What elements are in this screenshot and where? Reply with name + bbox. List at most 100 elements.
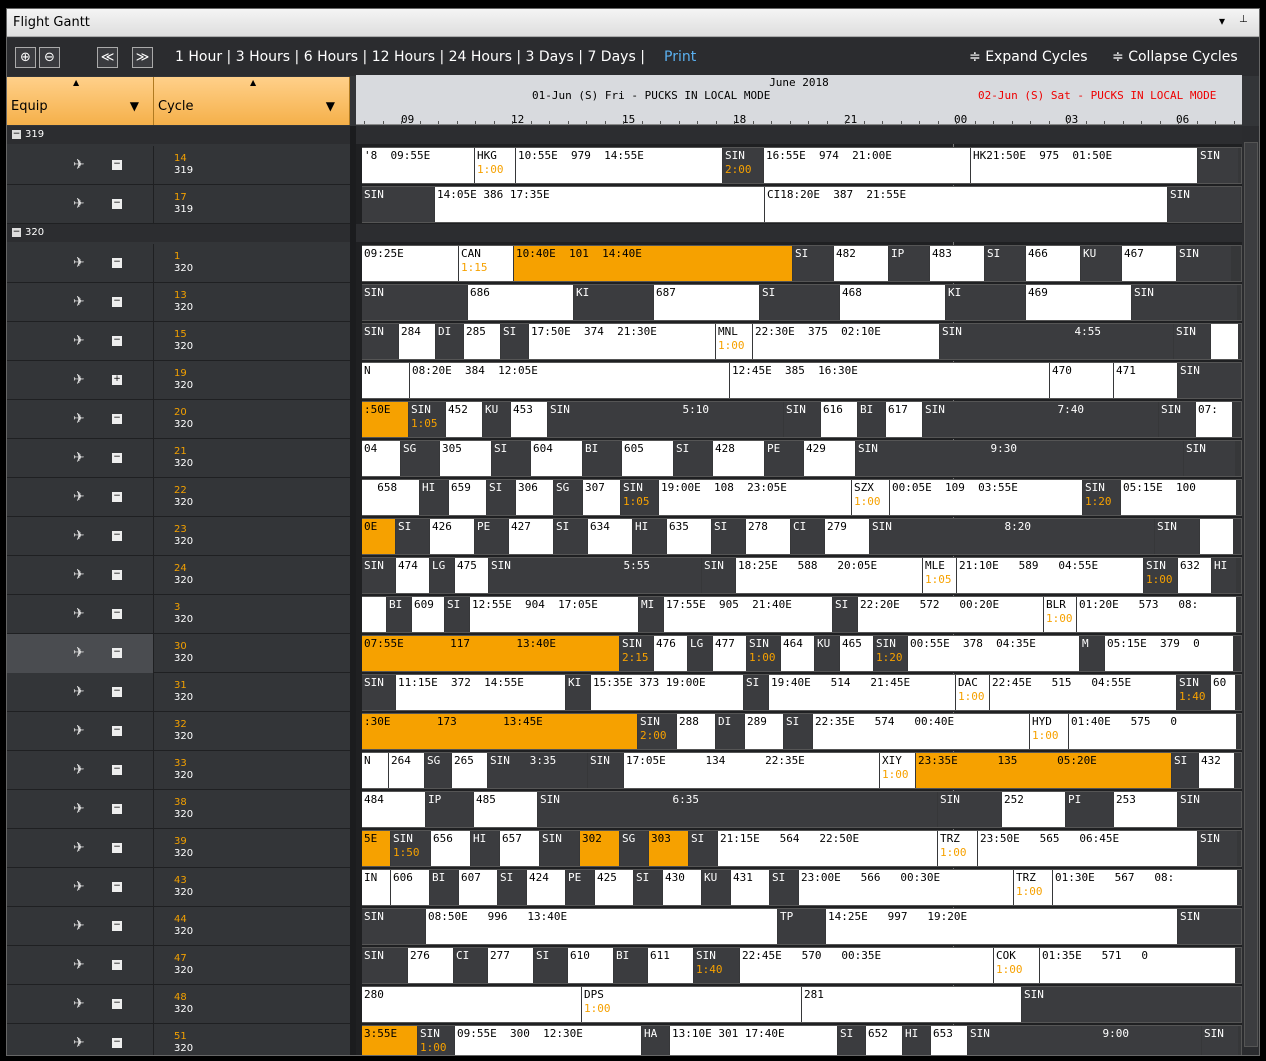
ground-time-block[interactable]: SIN 1:20 (1083, 480, 1120, 515)
aircraft-icon[interactable]: ✈ (73, 645, 85, 661)
zoom-in-icon[interactable]: ⊕ (15, 47, 36, 68)
zoom-out-icon[interactable]: ⊖ (39, 47, 60, 68)
cycle-column-header[interactable]: ▲ Cycle ▼ (154, 77, 350, 125)
flight-block[interactable]: 17:55E 905 21:40E (664, 597, 832, 632)
ground-time-block[interactable]: SIN 4:55 (940, 324, 1173, 359)
ground-time-block[interactable]: SIN (540, 831, 579, 866)
collapse-row-icon[interactable]: − (112, 160, 122, 170)
flight-block[interactable]: 09:55E 300 12:30E (455, 1026, 641, 1055)
flight-block[interactable]: :30E 173 13:45E (362, 714, 637, 749)
flight-block[interactable]: 19:00E 108 23:05E (659, 480, 851, 515)
flight-block[interactable]: 303 (649, 831, 688, 866)
collapse-row-icon[interactable]: − (112, 414, 122, 424)
zoom-link[interactable]: 24 Hours (449, 49, 512, 65)
ground-time-block[interactable]: DI (716, 714, 744, 749)
ground-time-block[interactable]: BI (387, 597, 411, 632)
flight-block[interactable]: 22:45E 515 04:55E (990, 675, 1176, 710)
collapse-row-icon[interactable]: − (112, 882, 122, 892)
ground-time-block[interactable]: KU (815, 636, 839, 671)
flight-block[interactable]: 01:30E 567 08: (1053, 870, 1237, 905)
pin-icon[interactable]: ⊥ (1239, 14, 1248, 25)
flight-block[interactable]: 634 (588, 519, 632, 554)
flight-block[interactable]: 281 (802, 987, 1021, 1022)
ground-time-block[interactable]: BI (583, 441, 621, 476)
ground-time-block[interactable]: SIN 6:35 (538, 792, 937, 827)
collapse-row-icon[interactable]: − (112, 960, 122, 970)
flight-block[interactable]: 279 (825, 519, 869, 554)
collapse-row-icon[interactable]: − (112, 570, 122, 580)
resource-row[interactable]: ✈ −24 320 (7, 556, 350, 595)
aircraft-icon[interactable]: ✈ (73, 762, 85, 778)
flight-block[interactable]: 477 (713, 636, 746, 671)
flight-block[interactable]: 14:25E 997 19:20E (826, 909, 1177, 944)
flight-block[interactable]: 466 (1026, 246, 1080, 281)
flight-block[interactable]: 429 (804, 441, 855, 476)
ground-time-block[interactable]: SI (498, 870, 526, 905)
flight-block[interactable]: MNL 1:00 (716, 324, 752, 359)
ground-time-block[interactable]: SI (445, 597, 469, 632)
aircraft-icon[interactable]: ✈ (73, 294, 85, 310)
zoom-link[interactable]: 3 Hours (236, 49, 290, 65)
flight-block[interactable]: 483 (930, 246, 984, 281)
flight-block[interactable]: 21:10E 589 04:55E (957, 558, 1143, 593)
ground-time-block[interactable]: SG (620, 831, 648, 866)
collapse-row-icon[interactable]: − (112, 1038, 122, 1048)
ground-time-block[interactable]: IP (889, 246, 929, 281)
ground-time-block[interactable]: SI (674, 441, 712, 476)
flight-block[interactable]: 280 (362, 987, 581, 1022)
resource-row[interactable]: ✈ −44 320 (7, 907, 350, 946)
ground-time-block[interactable]: SIN 7:40 (923, 402, 1158, 437)
collapse-row-icon[interactable]: − (112, 999, 122, 1009)
resource-row[interactable]: ✈ −3 320 (7, 595, 350, 634)
flight-block[interactable]: 424 (527, 870, 565, 905)
ground-time-block[interactable]: SI (487, 480, 515, 515)
flight-block[interactable]: 652 (866, 1026, 902, 1055)
ground-time-block[interactable]: SIN (784, 402, 820, 437)
flight-block[interactable]: 659 (449, 480, 486, 515)
collapse-row-icon[interactable]: − (112, 453, 122, 463)
ground-time-block[interactable]: SIN 1:00 (747, 636, 780, 671)
aircraft-icon[interactable]: ✈ (73, 333, 85, 349)
flight-block[interactable]: 431 (731, 870, 769, 905)
ground-time-block[interactable]: MI (639, 597, 663, 632)
flight-block[interactable]: 11:15E 372 14:55E (396, 675, 565, 710)
flight-block[interactable]: 432 (1199, 753, 1234, 788)
flight-block[interactable]: SZX 1:00 (852, 480, 889, 515)
ground-time-block[interactable]: SIN (1198, 831, 1237, 866)
flight-block[interactable]: 610 (568, 948, 613, 983)
ground-time-block[interactable]: SIN (362, 909, 425, 944)
scroll-forward-icon[interactable]: ≫ (132, 47, 153, 68)
ground-time-block[interactable]: SI (501, 324, 528, 359)
flight-block[interactable]: 605 (622, 441, 673, 476)
resource-row[interactable]: ✈ −33 320 (7, 751, 350, 790)
flight-block[interactable]: 01:20E 573 08: (1077, 597, 1236, 632)
flight-block[interactable]: DAC 1:00 (956, 675, 989, 710)
collapse-row-icon[interactable]: − (112, 843, 122, 853)
ground-time-block[interactable]: SIN (1184, 441, 1235, 476)
flight-block[interactable]: 306 (516, 480, 553, 515)
flight-block[interactable]: 19:40E 514 21:45E (769, 675, 955, 710)
ground-time-block[interactable]: SIN (1132, 285, 1237, 320)
flight-block[interactable]: 09:25E (362, 246, 458, 281)
flight-block[interactable]: 430 (663, 870, 701, 905)
collapse-row-icon[interactable]: − (112, 336, 122, 346)
ground-time-block[interactable]: CI (454, 948, 487, 983)
ground-time-block[interactable]: IP (426, 792, 473, 827)
flight-block[interactable]: HK21:50E 975 01:50E (971, 148, 1197, 183)
resource-row[interactable]: ✈ −21 320 (7, 439, 350, 478)
ground-time-block[interactable]: SIN (1022, 987, 1241, 1022)
flight-block[interactable] (1200, 519, 1233, 554)
collapse-row-icon[interactable]: − (112, 258, 122, 268)
print-link[interactable]: Print (664, 49, 696, 65)
ground-time-block[interactable]: SIN (938, 792, 1001, 827)
flight-block[interactable]: 616 (821, 402, 857, 437)
aircraft-icon[interactable]: ✈ (73, 996, 85, 1012)
dropdown-icon[interactable]: ▾ (1219, 14, 1225, 28)
aircraft-icon[interactable]: ✈ (73, 157, 85, 173)
resource-row[interactable]: ✈ −15 320 (7, 322, 350, 361)
ground-time-block[interactable]: SIN (1198, 148, 1238, 183)
ground-time-block[interactable]: SI (784, 714, 812, 749)
flight-block[interactable]: 658 (362, 480, 419, 515)
scrollbar-thumb[interactable] (1244, 142, 1258, 1047)
flight-block[interactable]: 5E (362, 831, 390, 866)
